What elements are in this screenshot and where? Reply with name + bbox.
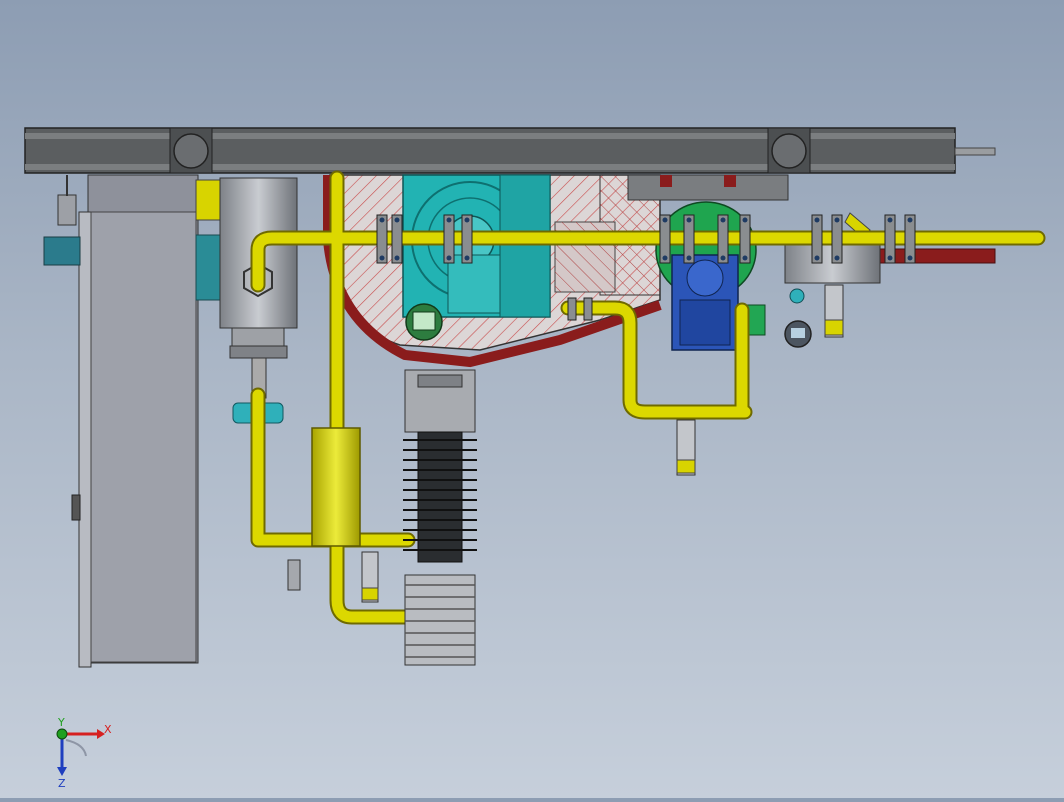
red-duct [879,248,996,264]
z-axis-label: Z [58,777,66,790]
yellow-fitting [195,179,223,221]
teal-motor [195,234,222,301]
pressure-transmitter [405,303,443,341]
cyan-pump [402,174,551,318]
y-axis-dot [56,728,68,740]
cad-viewport[interactable]: X Y Z [0,0,1064,798]
support-bracket [627,174,789,201]
coordinate-triad: X Y Z [56,716,112,790]
finned-column [403,369,477,666]
yellow-piping [250,170,1046,625]
assembly-drawing: X Y Z [24,127,1046,790]
top-beam [24,127,996,174]
blue-gearbox [671,254,739,351]
yellow-receiver [311,427,361,547]
y-axis-label: Y [57,716,65,729]
x-axis-label: X [104,723,112,736]
electrical-cabinet [43,174,199,668]
